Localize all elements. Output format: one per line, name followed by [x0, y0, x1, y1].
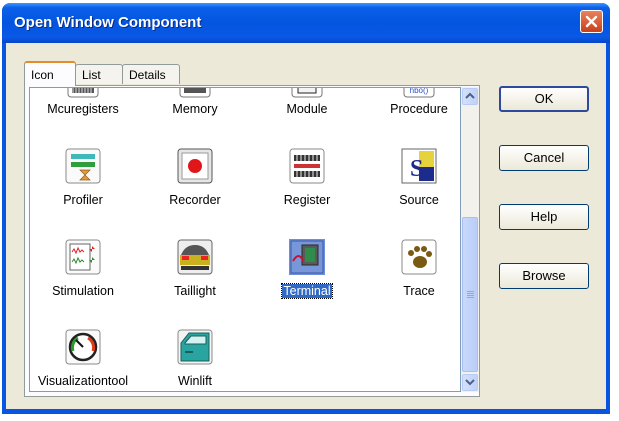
item-label: Taillight [174, 284, 216, 298]
visualizationtool-icon [65, 329, 101, 365]
list-item-module[interactable]: Module [257, 88, 357, 118]
browse-button[interactable]: Browse [499, 263, 589, 289]
item-label: Recorder [169, 193, 221, 207]
close-icon [585, 15, 598, 28]
dialog-window: Open Window Component Icon List Details … [2, 3, 610, 414]
module-icon [291, 88, 323, 98]
list-item-register[interactable]: Register [257, 148, 357, 208]
chevron-down-icon [465, 379, 475, 386]
component-icon-view[interactable]: Mcuregisters Memory Module hbo() Procedu… [29, 87, 461, 392]
list-item-terminal[interactable]: Terminal [257, 239, 357, 299]
ok-button[interactable]: OK [499, 86, 589, 112]
trace-icon [401, 239, 437, 275]
list-item-procedure[interactable]: hbo() Procedure [369, 87, 460, 118]
scroll-down-button[interactable] [462, 374, 478, 391]
scroll-thumb[interactable] [462, 217, 478, 372]
scroll-up-button[interactable] [462, 88, 478, 105]
list-item-mcuregisters[interactable]: Mcuregisters [33, 88, 133, 118]
procedure-icon: hbo() [403, 87, 435, 98]
cancel-button[interactable]: Cancel [499, 145, 589, 171]
register-icon [289, 148, 325, 184]
taillight-icon [177, 239, 213, 275]
tab-details[interactable]: Details [122, 64, 180, 84]
list-item-winlift[interactable]: Winlift [145, 329, 245, 389]
scroll-grip [467, 293, 474, 294]
list-item-visualizationtool[interactable]: Visualizationtool [33, 329, 133, 389]
list-item-taillight[interactable]: Taillight [145, 239, 245, 299]
item-label: Module [286, 102, 328, 116]
close-button[interactable] [580, 10, 603, 33]
item-label: Stimulation [52, 284, 114, 298]
help-button[interactable]: Help [499, 204, 589, 230]
list-item-profiler[interactable]: Profiler [33, 148, 133, 208]
list-item-recorder[interactable]: Recorder [145, 148, 245, 208]
stimulation-icon [65, 239, 101, 275]
scroll-grip [467, 297, 474, 298]
terminal-icon [289, 239, 325, 275]
chevron-up-icon [465, 92, 475, 99]
list-item-stimulation[interactable]: Stimulation [33, 239, 133, 299]
scroll-grip [467, 295, 474, 296]
memory-icon [179, 88, 211, 98]
source-icon: S [401, 148, 437, 184]
item-label: Source [399, 193, 439, 207]
item-label: Trace [403, 284, 435, 298]
winlift-icon [177, 329, 213, 365]
tab-list[interactable]: List [75, 64, 123, 84]
title-bar[interactable]: Open Window Component [2, 3, 610, 43]
item-label: Profiler [63, 193, 103, 207]
item-label: Memory [172, 102, 218, 116]
item-label: Procedure [390, 102, 448, 116]
dialog-body: Icon List Details Mcuregisters Memory Mo… [6, 43, 606, 409]
mcuregisters-icon [67, 88, 99, 98]
item-label: Register [283, 193, 331, 207]
svg-text:S: S [410, 156, 423, 182]
profiler-icon [65, 148, 101, 184]
scroll-grip [467, 291, 474, 292]
item-label: Winlift [177, 374, 213, 388]
window-title: Open Window Component [14, 14, 202, 31]
item-label: Mcuregisters [47, 102, 119, 116]
item-label-selected: Terminal [281, 283, 333, 299]
vertical-scrollbar[interactable] [461, 87, 479, 392]
list-item-trace[interactable]: Trace [369, 239, 460, 299]
recorder-icon [177, 148, 213, 184]
svg-text:hbo(): hbo() [410, 87, 429, 95]
item-label: Visualizationtool [37, 374, 129, 388]
list-item-source[interactable]: S Source [369, 148, 460, 208]
list-item-memory[interactable]: Memory [145, 88, 245, 118]
tab-icon[interactable]: Icon [24, 61, 76, 86]
